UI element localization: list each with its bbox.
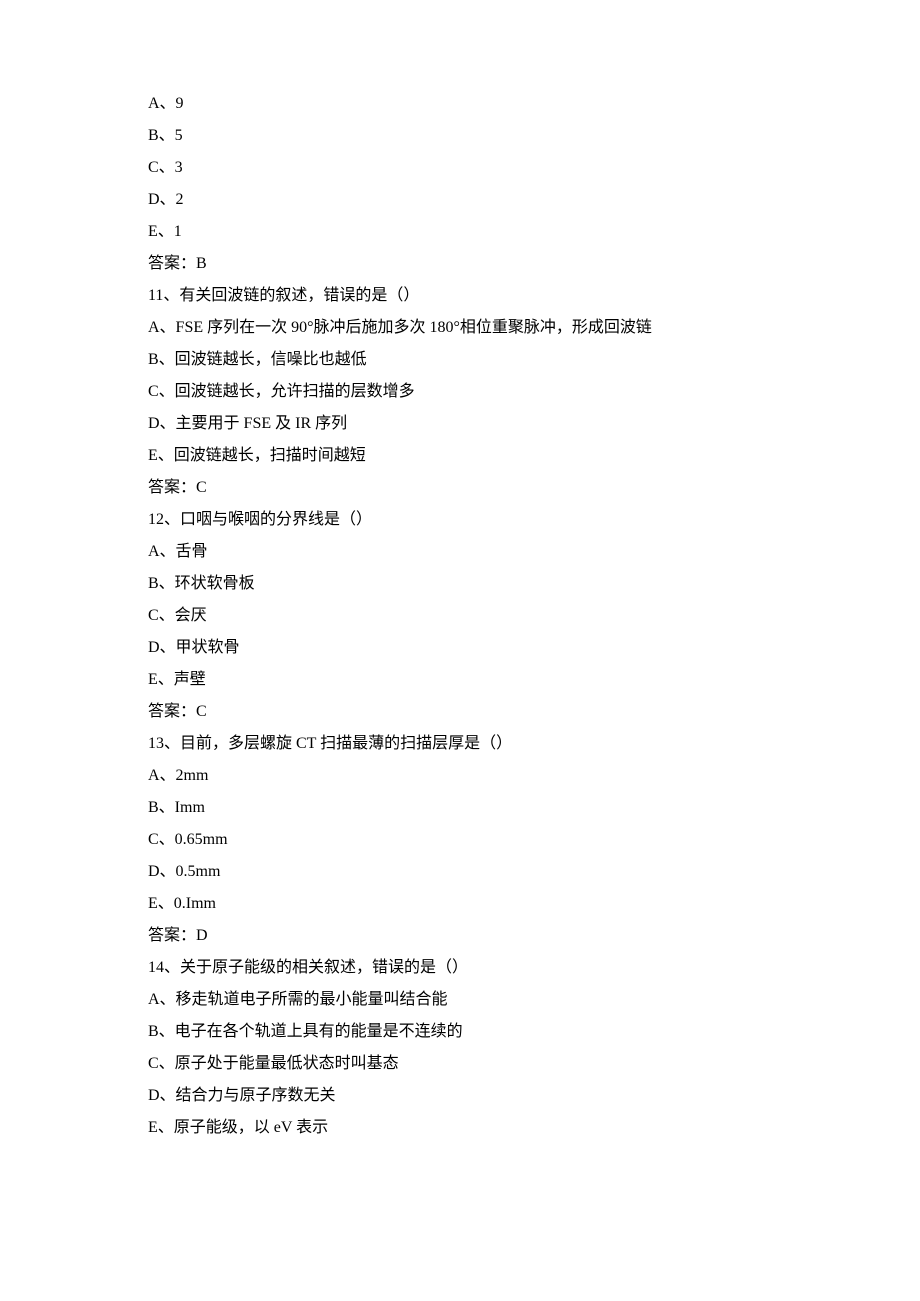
q12-opt-c: C、会厌 — [148, 600, 772, 632]
q10-opt-a: A、9 — [148, 88, 772, 120]
q13-opt-d: D、0.5mm — [148, 856, 772, 888]
q11-opt-c: C、回波链越长，允许扫描的层数增多 — [148, 376, 772, 408]
q12-opt-a: A、舌骨 — [148, 536, 772, 568]
q11-opt-e: E、回波链越长，扫描时间越短 — [148, 440, 772, 472]
q14-opt-e: E、原子能级，以 eV 表示 — [148, 1112, 772, 1144]
q12-answer: 答案：C — [148, 696, 772, 728]
q12-stem: 12、口咽与喉咽的分界线是（） — [148, 504, 772, 536]
q11-answer: 答案：C — [148, 472, 772, 504]
q13-opt-a: A、2mm — [148, 760, 772, 792]
q12-opt-d: D、甲状软骨 — [148, 632, 772, 664]
q10-opt-c: C、3 — [148, 152, 772, 184]
q11-opt-d: D、主要用于 FSE 及 IR 序列 — [148, 408, 772, 440]
q10-opt-b: B、5 — [148, 120, 772, 152]
q13-opt-c: C、0.65mm — [148, 824, 772, 856]
q10-answer: 答案：B — [148, 248, 772, 280]
q11-stem: 11、有关回波链的叙述，错误的是（） — [148, 280, 772, 312]
q10-opt-d: D、2 — [148, 184, 772, 216]
q12-opt-b: B、环状软骨板 — [148, 568, 772, 600]
q14-opt-c: C、原子处于能量最低状态时叫基态 — [148, 1048, 772, 1080]
q10-opt-e: E、1 — [148, 216, 772, 248]
q12-opt-e: E、声壁 — [148, 664, 772, 696]
q14-stem: 14、关于原子能级的相关叙述，错误的是（） — [148, 952, 772, 984]
q13-opt-b: B、Imm — [148, 792, 772, 824]
q13-opt-e: E、0.Imm — [148, 888, 772, 920]
q11-opt-b: B、回波链越长，信噪比也越低 — [148, 344, 772, 376]
q14-opt-a: A、移走轨道电子所需的最小能量叫结合能 — [148, 984, 772, 1016]
q11-opt-a: A、FSE 序列在一次 90°脉冲后施加多次 180°相位重聚脉冲，形成回波链 — [148, 312, 772, 344]
q14-opt-d: D、结合力与原子序数无关 — [148, 1080, 772, 1112]
q13-stem: 13、目前，多层螺旋 CT 扫描最薄的扫描层厚是（） — [148, 728, 772, 760]
q14-opt-b: B、电子在各个轨道上具有的能量是不连续的 — [148, 1016, 772, 1048]
q13-answer: 答案：D — [148, 920, 772, 952]
